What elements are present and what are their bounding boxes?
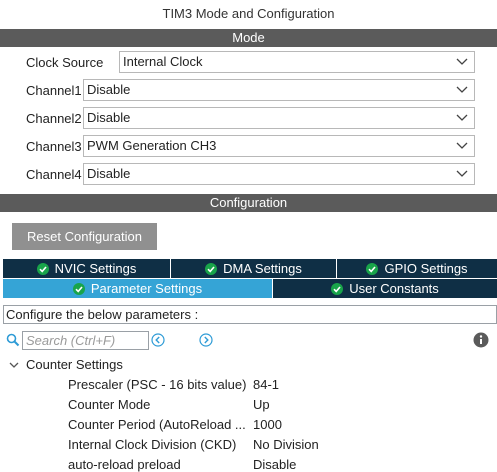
param-label: Counter Mode bbox=[68, 397, 151, 412]
channel3-value: PWM Generation CH3 bbox=[87, 138, 217, 153]
window-title: TIM3 Mode and Configuration bbox=[162, 6, 335, 21]
check-circle-icon bbox=[205, 262, 218, 275]
chevron-down-icon bbox=[456, 114, 468, 121]
param-value[interactable]: Up bbox=[253, 397, 270, 412]
arrow-left-circle-icon[interactable] bbox=[151, 333, 165, 347]
channel4-value: Disable bbox=[87, 166, 131, 181]
tab-gpio-settings[interactable]: GPIO Settings bbox=[337, 259, 497, 278]
tab-label: Parameter Settings bbox=[90, 281, 203, 296]
tab-label: DMA Settings bbox=[223, 261, 302, 276]
search-input[interactable]: Search (Ctrl+F) bbox=[22, 331, 149, 350]
mode-section-header[interactable]: Mode bbox=[0, 29, 497, 47]
tab-dma-settings[interactable]: DMA Settings bbox=[171, 259, 337, 278]
param-label: auto-reload preload bbox=[68, 457, 181, 472]
collapse-chevron-icon[interactable] bbox=[8, 359, 20, 371]
channel4-label: Channel4 bbox=[26, 167, 82, 182]
tab-label: User Constants bbox=[349, 281, 439, 296]
tim3-config-panel: { "header": { "title": "TIM3 Mode and Co… bbox=[0, 0, 497, 472]
chevron-down-icon bbox=[456, 86, 468, 93]
tab-label: NVIC Settings bbox=[54, 261, 137, 276]
check-circle-icon bbox=[331, 282, 344, 295]
chevron-down-icon bbox=[456, 58, 468, 65]
param-value[interactable]: 84-1 bbox=[253, 377, 279, 392]
tab-label: GPIO Settings bbox=[384, 261, 468, 276]
chevron-down-icon bbox=[456, 170, 468, 177]
tab-nvic-settings[interactable]: NVIC Settings bbox=[3, 259, 171, 278]
param-value[interactable]: Disable bbox=[253, 457, 296, 472]
clock-source-select[interactable]: Internal Clock bbox=[119, 51, 475, 73]
channel1-value: Disable bbox=[87, 82, 131, 97]
search-icon bbox=[6, 333, 20, 347]
reset-configuration-button[interactable]: Reset Configuration bbox=[12, 223, 157, 250]
arrow-right-circle-icon[interactable] bbox=[199, 333, 213, 347]
param-label: Prescaler (PSC - 16 bits value) bbox=[68, 377, 247, 392]
channel1-label: Channel1 bbox=[26, 83, 82, 98]
check-circle-icon bbox=[72, 282, 85, 295]
clock-source-value: Internal Clock bbox=[123, 54, 203, 69]
tab-parameter-settings[interactable]: Parameter Settings bbox=[3, 279, 273, 298]
channel2-value: Disable bbox=[87, 110, 131, 125]
param-value[interactable]: No Division bbox=[253, 437, 319, 452]
channel2-select[interactable]: Disable bbox=[83, 107, 475, 129]
info-icon[interactable] bbox=[473, 332, 489, 348]
param-value[interactable]: 1000 bbox=[253, 417, 282, 432]
check-circle-icon bbox=[36, 262, 49, 275]
clock-source-label: Clock Source bbox=[26, 55, 104, 70]
configuration-section-header[interactable]: Configuration bbox=[0, 194, 497, 212]
counter-settings-group-label[interactable]: Counter Settings bbox=[26, 357, 123, 372]
channel1-select[interactable]: Disable bbox=[83, 79, 475, 101]
tab-user-constants[interactable]: User Constants bbox=[273, 279, 497, 298]
chevron-down-icon bbox=[456, 142, 468, 149]
param-label: Internal Clock Division (CKD) bbox=[68, 437, 237, 452]
channel3-select[interactable]: PWM Generation CH3 bbox=[83, 135, 475, 157]
check-circle-icon bbox=[366, 262, 379, 275]
channel4-select[interactable]: Disable bbox=[83, 163, 475, 185]
channel3-label: Channel3 bbox=[26, 139, 82, 154]
instruction-text: Configure the below parameters : bbox=[3, 305, 497, 324]
channel2-label: Channel2 bbox=[26, 111, 82, 126]
param-label: Counter Period (AutoReload ... bbox=[68, 417, 246, 432]
